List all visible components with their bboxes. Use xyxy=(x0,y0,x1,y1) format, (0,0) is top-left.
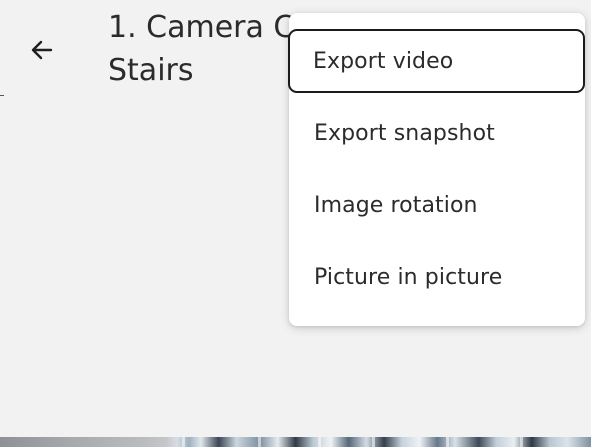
video-detail xyxy=(258,437,261,447)
video-detail xyxy=(446,437,449,447)
camera-video-preview[interactable] xyxy=(0,437,591,447)
overflow-menu: Export video Export snapshot Image rotat… xyxy=(288,13,585,326)
menu-item-label: Export snapshot xyxy=(314,120,495,146)
menu-item-label: Picture in picture xyxy=(314,264,503,290)
menu-item-picture-in-picture[interactable]: Picture in picture xyxy=(289,245,585,309)
arrow-left-icon xyxy=(31,40,53,60)
video-detail xyxy=(520,437,523,447)
video-detail xyxy=(372,437,375,447)
menu-item-export-video[interactable]: Export video xyxy=(288,29,585,93)
left-edge-divider xyxy=(0,95,4,96)
menu-item-image-rotation[interactable]: Image rotation xyxy=(289,173,585,237)
menu-item-label: Image rotation xyxy=(314,192,478,218)
menu-item-export-snapshot[interactable]: Export snapshot xyxy=(289,101,585,165)
menu-item-label: Export video xyxy=(313,48,454,74)
video-detail xyxy=(182,437,185,447)
back-button[interactable] xyxy=(22,30,62,70)
video-detail xyxy=(318,437,321,447)
